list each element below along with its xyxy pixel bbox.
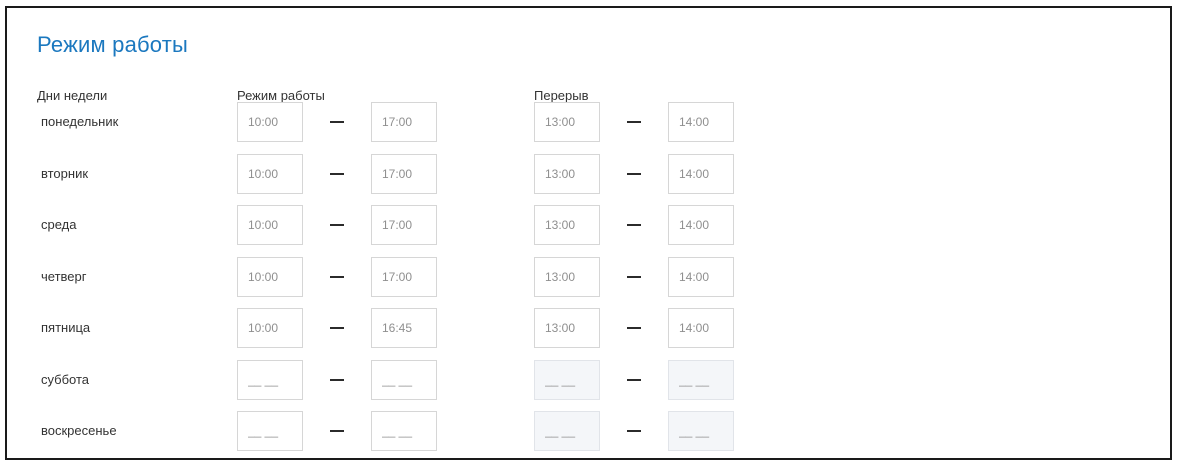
break-from-input[interactable] <box>534 308 600 348</box>
work-range-dash <box>330 172 344 175</box>
day-label: воскресенье <box>41 423 117 438</box>
header-break: Перерыв <box>534 88 589 103</box>
work-from-input[interactable] <box>237 256 303 297</box>
break-range-dash <box>627 121 641 123</box>
header-days: Дни недели <box>37 88 108 103</box>
work-from-input[interactable] <box>237 153 303 194</box>
work-from-input[interactable] <box>237 205 303 245</box>
section-title: Режим работы <box>37 32 189 57</box>
work-to-input[interactable] <box>371 205 437 245</box>
break-to-input[interactable] <box>668 359 734 400</box>
work-range-dash <box>330 327 344 329</box>
break-to-input[interactable] <box>668 205 734 245</box>
break-range-dash <box>627 224 641 226</box>
break-to-input[interactable] <box>668 411 734 451</box>
work-to-input[interactable] <box>371 256 437 297</box>
work-to-input[interactable] <box>371 153 437 194</box>
break-range-dash <box>627 275 641 278</box>
work-range-dash <box>330 121 344 123</box>
break-from-input[interactable] <box>534 153 600 194</box>
day-label: суббота <box>41 371 90 387</box>
work-range-dash <box>330 275 344 278</box>
work-to-input[interactable] <box>371 359 437 400</box>
break-from-input[interactable] <box>534 411 600 451</box>
break-range-dash <box>627 430 641 432</box>
work-from-input[interactable] <box>237 359 303 400</box>
work-schedule-panel: Режим работы Дни недели Режим работы Пер… <box>5 6 1172 460</box>
work-from-input[interactable] <box>237 308 303 348</box>
break-from-input[interactable] <box>534 102 600 142</box>
work-range-dash <box>330 224 344 226</box>
day-label: вторник <box>41 165 89 181</box>
day-label: четверг <box>41 268 87 284</box>
break-to-input[interactable] <box>668 308 734 348</box>
work-to-input[interactable] <box>371 411 437 451</box>
break-range-dash <box>627 327 641 329</box>
day-label: пятница <box>41 320 91 335</box>
day-label: понедельник <box>41 114 119 129</box>
break-to-input[interactable] <box>668 153 734 194</box>
work-range-dash <box>330 378 344 381</box>
break-from-input[interactable] <box>534 205 600 245</box>
break-to-input[interactable] <box>668 102 734 142</box>
break-range-dash <box>627 378 641 381</box>
work-to-input[interactable] <box>371 308 437 348</box>
break-from-input[interactable] <box>534 256 600 297</box>
day-label: среда <box>41 217 77 232</box>
work-range-dash <box>330 430 344 432</box>
work-from-input[interactable] <box>237 411 303 451</box>
header-work-hours: Режим работы <box>237 88 325 103</box>
break-range-dash <box>627 172 641 175</box>
work-from-input[interactable] <box>237 102 303 142</box>
break-from-input[interactable] <box>534 359 600 400</box>
work-to-input[interactable] <box>371 102 437 142</box>
break-to-input[interactable] <box>668 256 734 297</box>
